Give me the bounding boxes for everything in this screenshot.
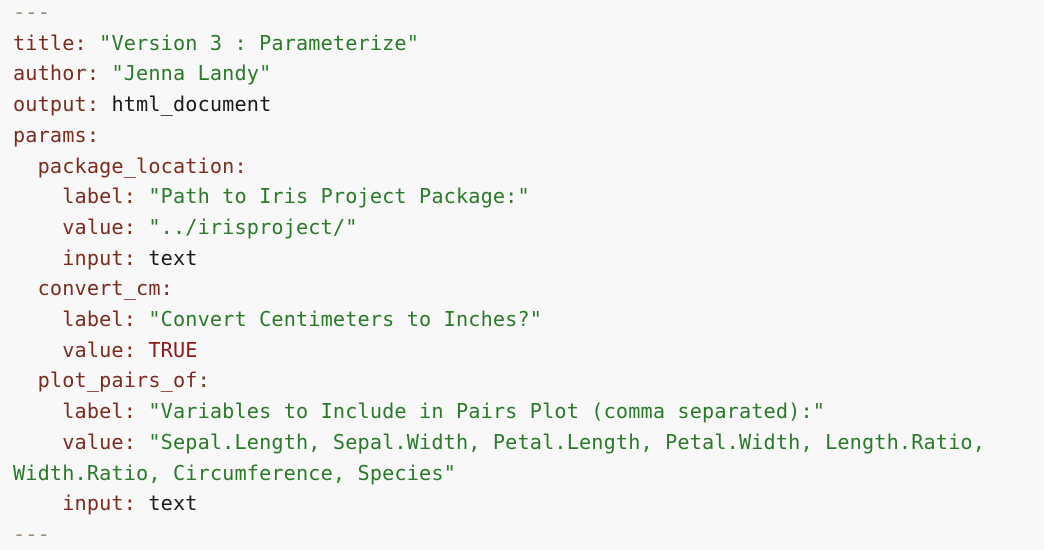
code-line[interactable]: label: "Convert Centimeters to Inches?"	[13, 304, 542, 335]
yaml-key: input	[62, 491, 124, 516]
code-line[interactable]: title: "Version 3 : Parameterize"	[13, 28, 419, 59]
code-line[interactable]: ---	[13, 0, 50, 28]
code-line[interactable]: params:	[13, 120, 99, 151]
yaml-separator: :	[123, 184, 149, 209]
yaml-separator: :	[123, 245, 149, 270]
yaml-value: "../irisproject/"	[148, 214, 358, 239]
yaml-key: convert_cm	[37, 276, 161, 301]
yaml-separator: :	[234, 153, 247, 178]
yaml-key: params	[13, 122, 87, 147]
yaml-separator: :	[123, 491, 149, 516]
yaml-key: output	[13, 92, 87, 117]
code-editor[interactable]: --- title: "Version 3 : Parameterize" auth…	[0, 0, 1044, 546]
yaml-value: Width.Ratio, Circumference, Species"	[13, 460, 456, 485]
yaml-value: "Version 3 : Parameterize"	[99, 30, 420, 55]
yaml-delimiter: ---	[13, 0, 50, 24]
code-line[interactable]: ---	[13, 519, 50, 550]
yaml-key: value	[62, 337, 124, 362]
yaml-key: value	[62, 214, 124, 239]
code-line[interactable]: convert_cm:	[13, 273, 173, 304]
yaml-separator: :	[123, 399, 149, 424]
yaml-separator: :	[123, 214, 149, 239]
code-line[interactable]: output: html_document	[13, 89, 271, 120]
yaml-key: plot_pairs_of	[37, 368, 198, 393]
yaml-separator: :	[197, 368, 210, 393]
code-line[interactable]: input: text	[13, 243, 198, 274]
yaml-separator: :	[123, 429, 149, 454]
code-line[interactable]: label: "Variables to Include in Pairs Pl…	[13, 396, 825, 427]
yaml-value: "Variables to Include in Pairs Plot (com…	[148, 399, 826, 424]
yaml-key: title	[13, 30, 75, 55]
yaml-value: html_document	[111, 92, 272, 117]
yaml-separator: :	[123, 337, 149, 362]
yaml-separator: :	[74, 30, 100, 55]
yaml-key: label	[62, 307, 124, 331]
yaml-value: TRUE	[148, 337, 198, 362]
code-line[interactable]: Width.Ratio, Circumference, Species"	[13, 458, 456, 489]
code-line[interactable]: value: "../irisproject/"	[13, 212, 358, 243]
yaml-value: "Convert Centimeters to Inches?"	[148, 307, 543, 331]
yaml-key: value	[62, 429, 124, 454]
code-line[interactable]: value: "Sepal.Length, Sepal.Width, Petal…	[13, 427, 985, 458]
yaml-value: text	[148, 491, 198, 516]
yaml-value: text	[148, 245, 198, 270]
yaml-separator: :	[86, 61, 112, 86]
code-line[interactable]: package_location:	[13, 151, 247, 182]
yaml-key: author	[13, 61, 87, 86]
code-line[interactable]: input: text	[13, 488, 198, 519]
code-line[interactable]: label: "Path to Iris Project Package:"	[13, 181, 530, 212]
code-line[interactable]: author: "Jenna Landy"	[13, 58, 271, 89]
yaml-value: "Path to Iris Project Package:"	[148, 184, 530, 209]
yaml-key: input	[62, 245, 124, 270]
code-line[interactable]: value: TRUE	[13, 335, 198, 366]
yaml-value: "Sepal.Length, Sepal.Width, Petal.Length…	[148, 429, 986, 454]
yaml-value: "Jenna Landy"	[111, 61, 272, 86]
yaml-key: label	[62, 399, 124, 424]
yaml-key: label	[62, 184, 124, 209]
yaml-separator: :	[86, 92, 112, 117]
yaml-delimiter: ---	[13, 521, 50, 546]
yaml-separator: :	[86, 122, 100, 147]
yaml-separator: :	[123, 307, 149, 331]
code-line[interactable]: plot_pairs_of:	[13, 365, 210, 396]
yaml-separator: :	[160, 276, 173, 301]
yaml-key: package_location	[37, 153, 235, 178]
